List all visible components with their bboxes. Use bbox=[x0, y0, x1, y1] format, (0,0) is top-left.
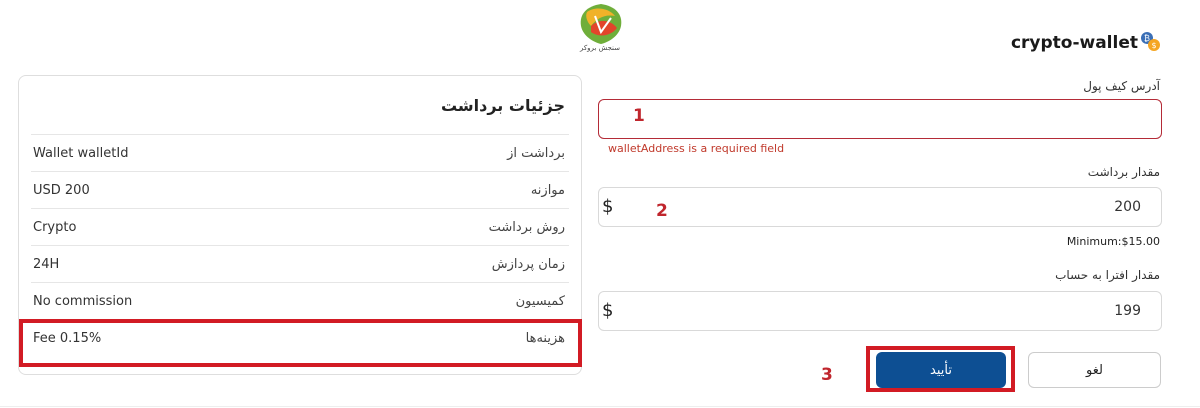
wallet-address-error: walletAddress is a required field bbox=[608, 142, 785, 155]
detail-row-value: No commission bbox=[33, 294, 133, 309]
wallet-title: crypto-wallet bbox=[1010, 33, 1138, 53]
detail-row-label: موازنه bbox=[530, 183, 565, 198]
wallet-address-label: آدرس کیف پول bbox=[1083, 79, 1160, 93]
detail-row: No commission کمیسیون bbox=[31, 282, 569, 319]
withdraw-amount-input[interactable]: $ 200 bbox=[598, 187, 1162, 227]
wallet-address-input[interactable] bbox=[598, 99, 1162, 139]
detail-row: Wallet walletId برداشت از bbox=[31, 134, 569, 171]
withdrawal-details-title: جزئیات برداشت bbox=[440, 96, 565, 115]
detail-row: Crypto روش برداشت bbox=[31, 208, 569, 245]
detail-row-value: Wallet walletId bbox=[33, 146, 129, 161]
divider bbox=[0, 406, 1200, 407]
credit-amount-value: 199 bbox=[1114, 303, 1141, 319]
dollar-icon: $ bbox=[602, 196, 614, 217]
detail-row: USD 200 موازنه bbox=[31, 171, 569, 208]
annotation-2: 2 bbox=[656, 201, 668, 221]
credit-amount-input[interactable]: $ 199 bbox=[598, 291, 1162, 331]
annotation-1: 1 bbox=[633, 106, 645, 126]
dollar-icon: $ bbox=[602, 300, 614, 321]
fee-highlight-box bbox=[19, 319, 582, 367]
credit-amount-label: مقدار افترا به حساب bbox=[1055, 268, 1160, 282]
withdraw-amount-value: 200 bbox=[1114, 199, 1141, 215]
minimum-amount-text: Minimum:$15.00 bbox=[1066, 235, 1160, 248]
page: سنجش بروکر crypto-wallet ₿ $ آدرس کیف پو… bbox=[0, 0, 1200, 408]
detail-row-label: روش برداشت bbox=[488, 220, 565, 235]
detail-row-label: برداشت از bbox=[507, 146, 565, 161]
detail-row-value: USD 200 bbox=[33, 183, 90, 198]
detail-row-label: کمیسیون bbox=[515, 294, 565, 309]
detail-row-value: 24H bbox=[33, 257, 60, 272]
brand-logo-caption: سنجش بروکر bbox=[579, 44, 621, 52]
svg-text:$: $ bbox=[1151, 41, 1156, 50]
detail-row-value: Crypto bbox=[33, 220, 77, 235]
wallet-coins-icon: ₿ $ bbox=[1141, 32, 1160, 51]
annotation-3: 3 bbox=[821, 365, 833, 385]
detail-row: 24H زمان پردازش bbox=[31, 245, 569, 282]
cancel-button[interactable]: لغو bbox=[1028, 352, 1161, 388]
confirm-button[interactable]: تأیید bbox=[876, 352, 1006, 388]
withdraw-amount-label: مقدار برداشت bbox=[1087, 165, 1160, 179]
detail-row-label: زمان پردازش bbox=[491, 257, 565, 272]
